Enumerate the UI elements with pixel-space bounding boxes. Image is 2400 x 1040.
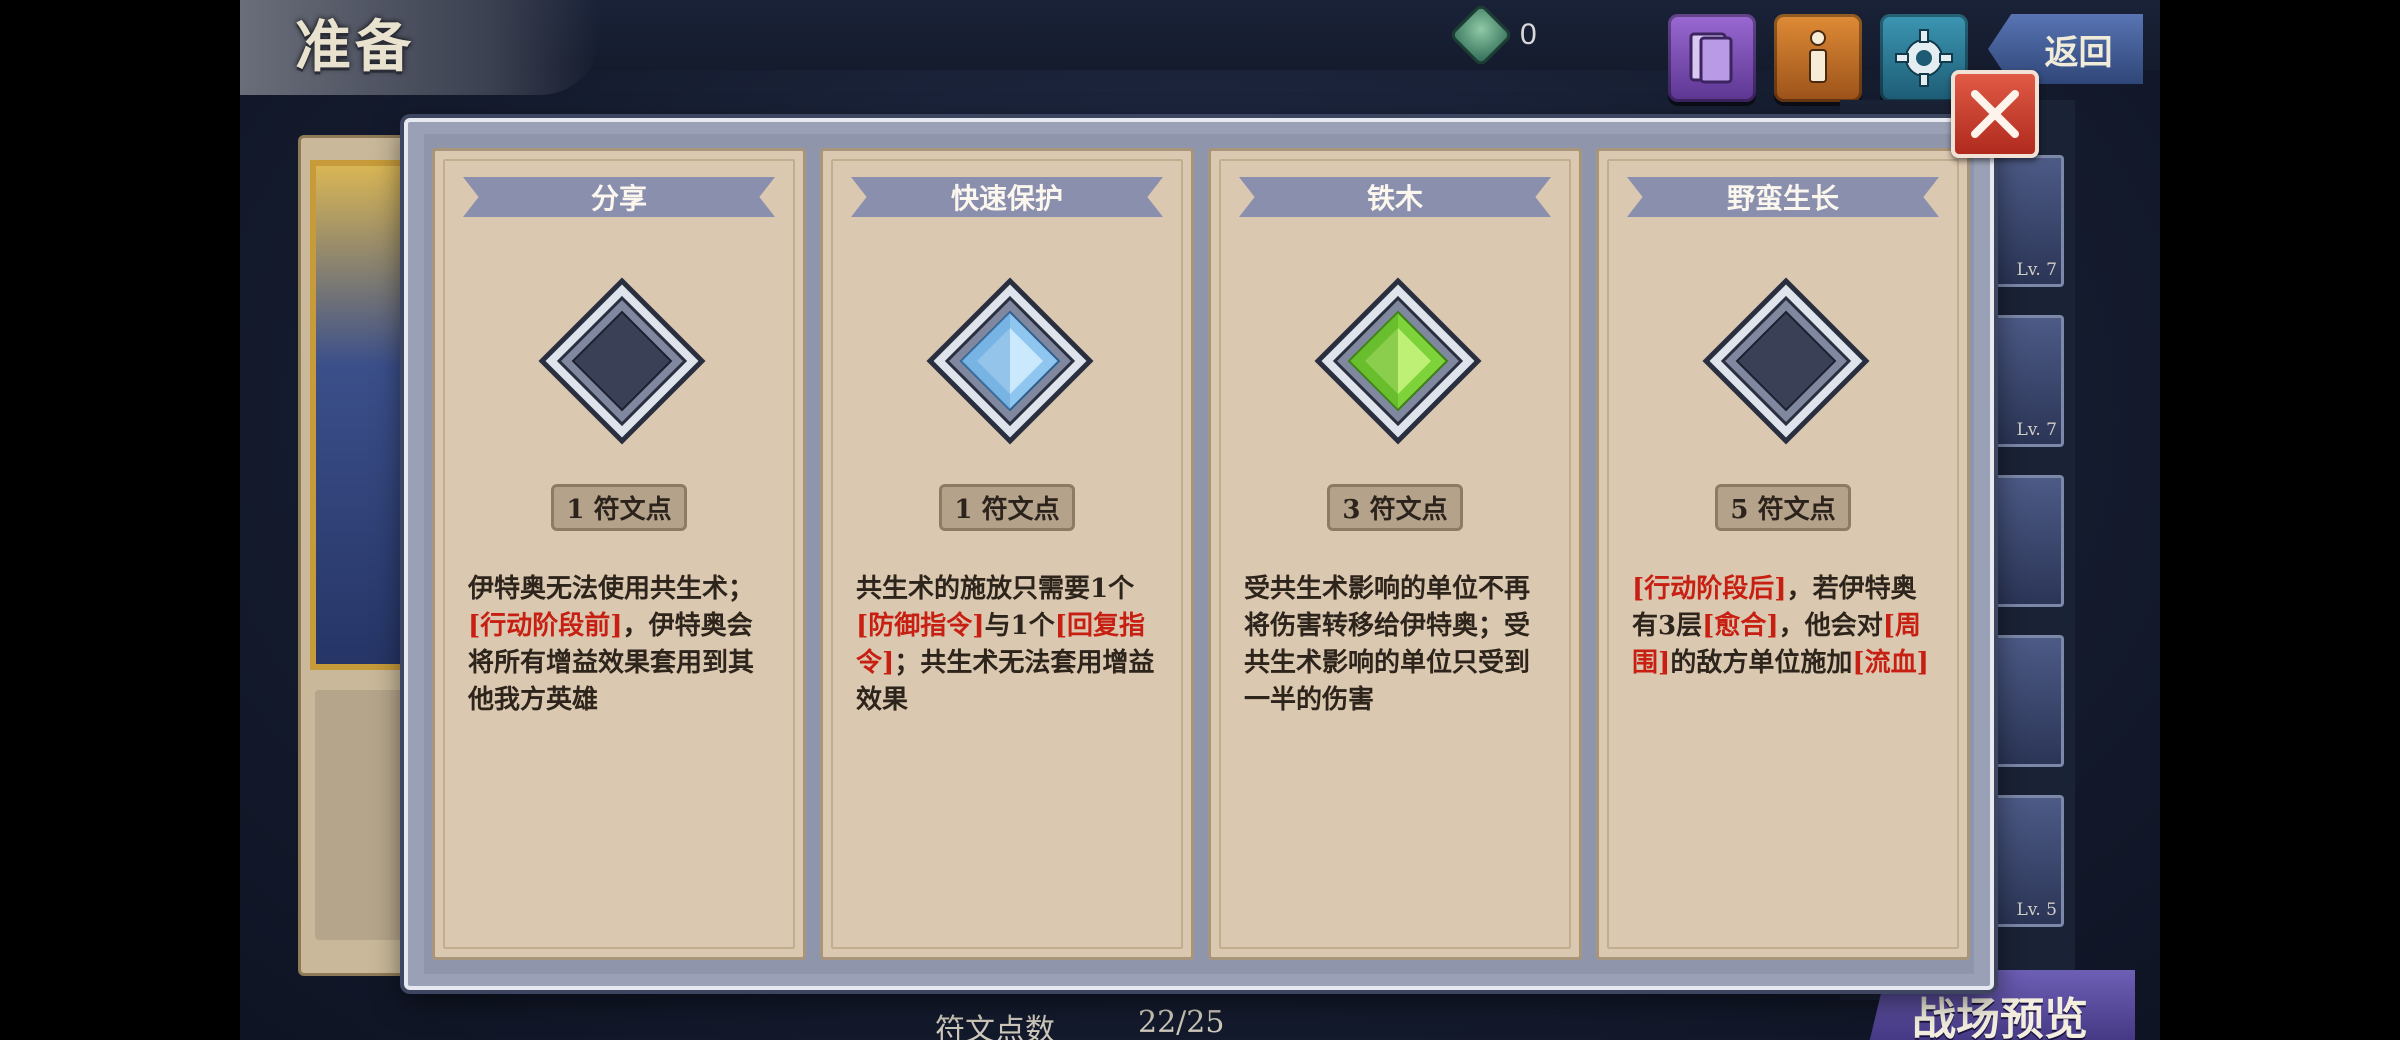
rune-cost: 5 符文点 [1715, 484, 1851, 531]
card-title: 野蛮生长 [1726, 182, 1839, 215]
gem-slot-empty-icon [537, 276, 707, 446]
card-title-banner: 铁木 [1239, 177, 1551, 217]
close-button[interactable] [1951, 70, 2039, 158]
card-description: [行动阶段后]，若伊特奥有3层[愈合]，他会对[周围]的敌方单位施加[流血] [1632, 571, 1937, 682]
desc-keyword: [行动阶段后] [1632, 574, 1787, 604]
card-title-banner: 分享 [463, 177, 775, 217]
desc-text: 受共生术影响的单位不再将伤害转移给伊特奥；受共生术影响的单位只受到一半的伤害 [1244, 574, 1531, 715]
info-icon [1809, 30, 1827, 83]
close-icon [1971, 90, 2019, 138]
card-description: 共生术的施放只需要1个[防御指令]与1个[回复指令]；共生术无法套用增益效果 [856, 571, 1161, 719]
book-icon [1689, 32, 1733, 84]
currency-value: 0 [1520, 18, 1537, 51]
hero-level: Lv. 7 [2016, 260, 2058, 280]
hero-slot[interactable]: Lv. 7 [1992, 315, 2064, 447]
hero-level: Lv. 5 [2016, 900, 2058, 920]
desc-text: ，他会对 [1778, 611, 1883, 641]
info-button[interactable] [1774, 14, 1862, 102]
card-description: 伊特奥无法使用共生术；[行动阶段前]，伊特奥会将所有增益效果套用到其他我方英雄 [468, 571, 773, 719]
rune-cost: 1 符文点 [551, 484, 687, 531]
blue-gem-icon [925, 276, 1095, 446]
title-plate [240, 0, 600, 95]
currency-display: 0 [1448, 2, 1537, 68]
card-title-banner: 野蛮生长 [1627, 177, 1939, 217]
rune-points-label: 符文点数 [935, 1013, 1055, 1040]
card-description: 受共生术影响的单位不再将伤害转移给伊特奥；受共生术影响的单位只受到一半的伤害 [1244, 571, 1549, 719]
desc-text: 的敌方单位施加 [1670, 648, 1853, 678]
page-title: 准备 [295, 14, 415, 80]
desc-text: 共生术的施放只需要1个 [856, 574, 1135, 604]
preview-label: 战场预览 [1912, 994, 2088, 1040]
rune-card[interactable]: 铁木 3 符文点 受共生术影响的单位不再将伤害转移给伊特奥；受共生术影响的单位只… [1208, 148, 1582, 960]
gem-slot-empty-icon [1701, 276, 1871, 446]
green-gem-icon [1313, 276, 1483, 446]
card-title: 铁木 [1366, 182, 1423, 215]
hero-slot[interactable]: Lv. 5 [1992, 795, 2064, 927]
desc-keyword: [防御指令] [856, 611, 985, 641]
rune-cost: 1 符文点 [939, 484, 1075, 531]
hero-level: Lv. 7 [2016, 420, 2058, 440]
card-title: 快速保护 [950, 182, 1063, 215]
gear-icon [1895, 29, 1953, 87]
codex-button[interactable] [1668, 14, 1756, 102]
back-label: 返回 [2044, 32, 2113, 73]
rune-gem-icon [1448, 2, 1514, 68]
desc-text: 与1个 [984, 611, 1055, 641]
hero-slot[interactable] [1992, 475, 2064, 607]
desc-text: 伊特奥无法使用共生术； [468, 574, 755, 604]
hero-skill-panel [315, 690, 415, 940]
desc-keyword: [行动阶段前] [468, 611, 623, 641]
desc-text: ；共生术无法套用增益效果 [856, 648, 1155, 715]
desc-keyword: [流血] [1852, 648, 1929, 678]
desc-keyword: [愈合] [1702, 611, 1779, 641]
hero-slot[interactable]: Lv. 7 [1992, 155, 2064, 287]
rune-cost: 3 符文点 [1327, 484, 1463, 531]
rune-card[interactable]: 野蛮生长 5 符文点 [行动阶段后]，若伊特奥有3层[愈合]，他会对[周围]的敌… [1596, 148, 1970, 960]
card-title: 分享 [590, 182, 647, 215]
rune-card[interactable]: 快速保护 1 符文点 共生术的施放只需要1个[防御指令]与1个[回复指令]；共生… [820, 148, 1194, 960]
card-title-banner: 快速保护 [851, 177, 1163, 217]
rune-points-value: 22/25 [1138, 1005, 1225, 1040]
rune-card[interactable]: 分享 1 符文点 伊特奥无法使用共生术；[行动阶段前]，伊特奥会将所有增益效果套… [432, 148, 806, 960]
hero-slot[interactable] [1992, 635, 2064, 767]
hero-portrait [310, 160, 410, 670]
